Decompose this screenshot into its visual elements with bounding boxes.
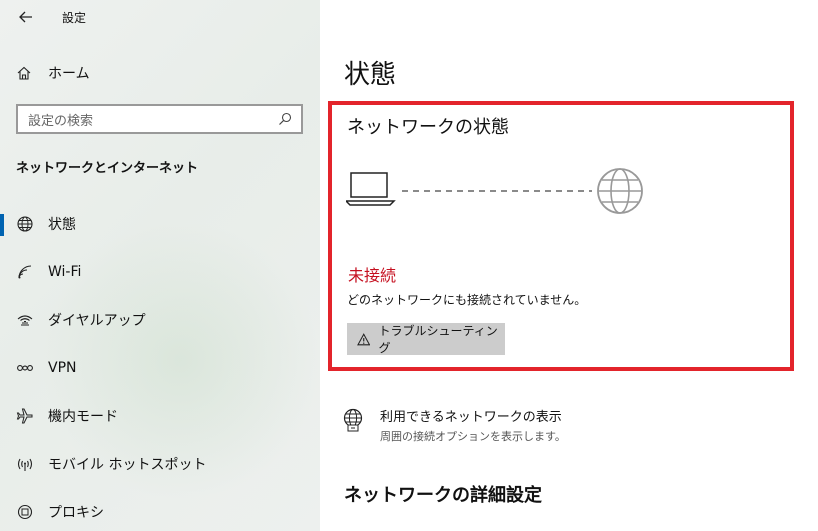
connection-status: 未接続 <box>348 266 397 285</box>
available-networks-subtitle: 周囲の接続オプションを表示します。 <box>380 430 566 443</box>
show-available-networks-link[interactable]: 利用できるネットワークの表示 周囲の接続オプションを表示します。 <box>342 406 742 446</box>
main-content: 状態 ネットワークの状態 未接続 どのネットワークにも接続されていません。 トラ… <box>320 0 818 531</box>
hotspot-icon <box>15 454 35 474</box>
selection-indicator <box>0 214 4 236</box>
search-icon[interactable] <box>275 109 295 129</box>
search-input[interactable]: 設定の検索 <box>16 104 303 134</box>
available-networks-title: 利用できるネットワークの表示 <box>380 410 562 425</box>
sidebar-item-status[interactable]: 状態 <box>0 200 320 248</box>
advanced-settings-heading: ネットワークの詳細設定 <box>344 485 542 506</box>
sidebar-item-label: ダイヤルアップ <box>48 313 146 329</box>
home-icon <box>14 63 34 83</box>
connection-description: どのネットワークにも接続されていません。 <box>347 293 587 307</box>
proxy-icon <box>15 502 35 522</box>
sidebar-item-wifi[interactable]: Wi-Fi <box>0 248 320 296</box>
sidebar-item-hotspot[interactable]: モバイル ホットスポット <box>0 440 320 488</box>
vpn-icon <box>15 358 35 378</box>
sidebar: 設定 ホーム 設定の検索 ネットワークとインターネット 状態 Wi-Fi ダイヤ… <box>0 0 320 531</box>
globe-network-icon <box>342 408 364 432</box>
title-bar: 設定 <box>0 0 320 34</box>
app-title: 設定 <box>62 11 87 25</box>
globe-status-icon <box>15 214 35 234</box>
sidebar-item-label: ホーム <box>48 66 90 82</box>
sidebar-item-proxy[interactable]: プロキシ <box>0 488 320 531</box>
network-status-panel: ネットワークの状態 未接続 どのネットワークにも接続されていません。 トラブルシ… <box>328 101 794 371</box>
sidebar-item-home[interactable]: ホーム <box>14 62 304 84</box>
network-diagram <box>344 165 646 219</box>
sidebar-item-airplane[interactable]: 機内モード <box>0 392 320 440</box>
sidebar-item-vpn[interactable]: VPN <box>0 344 320 392</box>
globe-icon <box>597 168 643 214</box>
sidebar-item-label: プロキシ <box>48 505 104 521</box>
wifi-icon <box>15 262 35 282</box>
troubleshoot-label: トラブルシューティング <box>378 324 498 355</box>
sidebar-item-label: 機内モード <box>48 409 118 425</box>
laptop-icon <box>344 172 396 206</box>
sidebar-item-dialup[interactable]: ダイヤルアップ <box>0 296 320 344</box>
sidebar-section-title: ネットワークとインターネット <box>16 161 199 176</box>
troubleshoot-button[interactable]: トラブルシューティング <box>347 323 505 355</box>
search-placeholder: 設定の検索 <box>28 113 94 129</box>
sidebar-nav: 状態 Wi-Fi ダイヤルアップ VPN 機内モード モバイル ホットスポット … <box>0 200 320 531</box>
sidebar-item-label: モバイル ホットスポット <box>48 457 207 473</box>
sidebar-item-label: Wi-Fi <box>48 264 82 280</box>
dialup-icon <box>15 310 35 330</box>
back-arrow-icon <box>19 11 32 23</box>
sidebar-item-label: 状態 <box>48 217 76 233</box>
airplane-icon <box>15 406 35 426</box>
network-status-heading: ネットワークの状態 <box>347 117 509 138</box>
page-title: 状態 <box>344 60 397 90</box>
back-button[interactable] <box>14 5 38 29</box>
sidebar-item-label: VPN <box>48 360 77 376</box>
warning-icon <box>357 332 371 345</box>
